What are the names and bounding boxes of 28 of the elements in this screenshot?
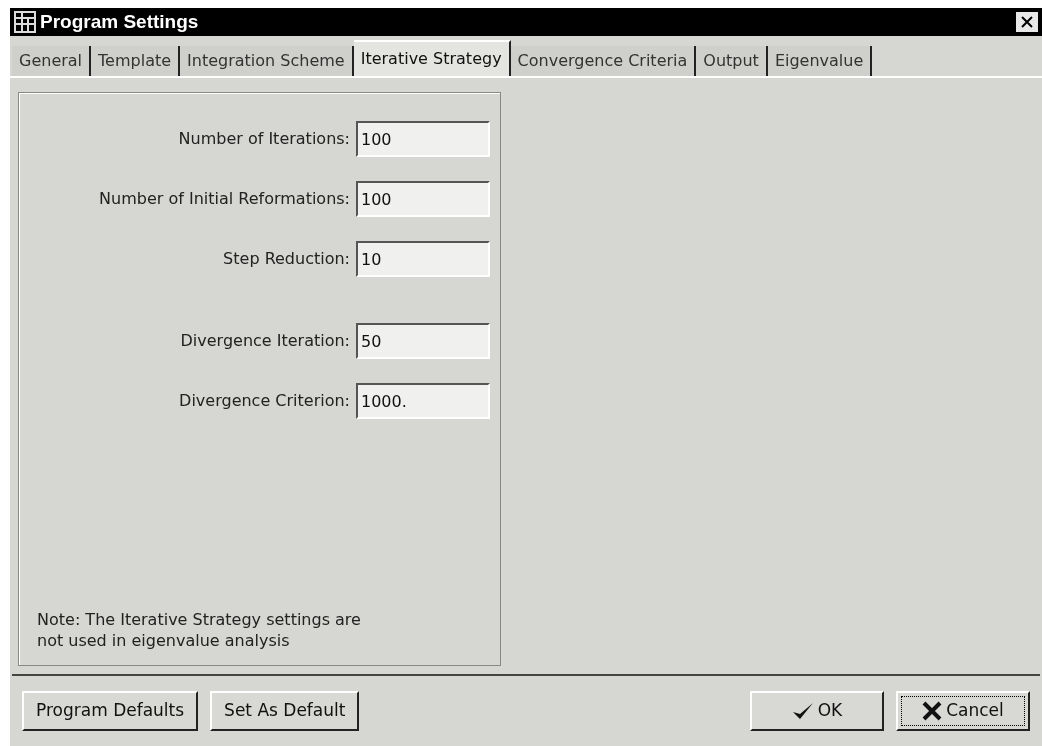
tab[interactable]: General bbox=[12, 46, 92, 76]
close-icon bbox=[1021, 16, 1033, 28]
close-button[interactable] bbox=[1016, 12, 1038, 32]
dialog-button[interactable]: Set As Default bbox=[210, 691, 360, 731]
tab[interactable]: Output bbox=[696, 46, 768, 76]
field-label: Divergence Criterion: bbox=[179, 390, 350, 412]
field-label: Number of Initial Reformations: bbox=[99, 188, 350, 210]
ok-button[interactable]: OK bbox=[750, 691, 884, 731]
input-field[interactable]: 1000. bbox=[356, 383, 490, 419]
tab[interactable]: Iterative Strategy bbox=[353, 40, 511, 76]
tab[interactable]: Integration Scheme bbox=[180, 46, 354, 76]
input-field[interactable]: 100 bbox=[356, 121, 490, 157]
tab[interactable]: Convergence Criteria bbox=[510, 46, 697, 76]
grid-icon bbox=[14, 11, 36, 33]
cancel-button[interactable]: Cancel bbox=[896, 691, 1030, 731]
input-field[interactable]: 10 bbox=[356, 241, 490, 277]
dialog-button[interactable]: Program Defaults bbox=[22, 691, 199, 731]
field-label: Step Reduction: bbox=[223, 248, 350, 270]
field-label: Number of Iterations: bbox=[178, 128, 350, 150]
x-icon bbox=[922, 701, 943, 721]
input-field[interactable]: 50 bbox=[356, 323, 490, 359]
tab[interactable]: Eigenvalue bbox=[767, 46, 873, 76]
check-icon bbox=[791, 701, 814, 721]
note-text: Note: The Iterative Strategy settings are not used in eigenvalue analysis bbox=[36, 609, 362, 651]
tab[interactable]: Template bbox=[91, 46, 181, 76]
window-title: Program Settings bbox=[40, 9, 199, 34]
input-field[interactable]: 100 bbox=[356, 181, 490, 217]
field-label: Divergence Iteration: bbox=[180, 330, 350, 352]
